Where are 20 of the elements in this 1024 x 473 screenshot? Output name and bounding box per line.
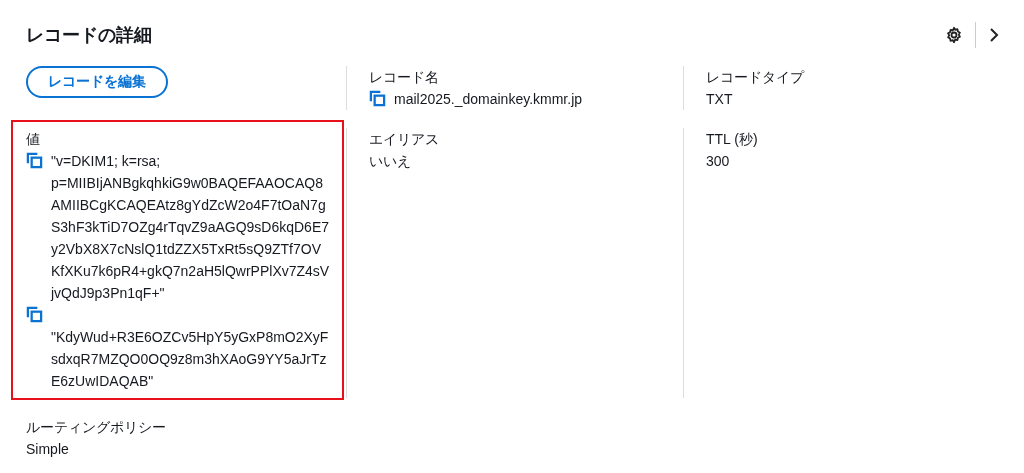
field-label: レコードタイプ (706, 68, 806, 87)
settings-icon[interactable] (945, 26, 963, 44)
field-value: "v=DKIM1; k=rsa; p=MIIBIjANBgkqhkiG9w0BAQEFAAOCAQ8AMIIBCgKCAQEAtz8gYdZcW2o4F7tOaN7gS3hF3kTiD7OZg4rTqvZ9aAGQ9sD6kqD6E7y2VbX8X7cNslQ1tdZZX5TxRt5sQ9ZTf7OVKfXKu7k6pR4+gkQ7n2aH5lQwrPPlXv7Z4sVjvQdJ9p3Pn1qF+" (51, 152, 330, 303)
edit-record-button[interactable]: レコードを編集 (26, 66, 168, 98)
copy-icon[interactable] (26, 152, 43, 169)
field-value: mail2025._domainkey.kmmr.jp (394, 90, 583, 109)
field-value: Simple (26, 440, 69, 459)
field-label: エイリアス (369, 130, 440, 149)
field-value: 300 (706, 152, 730, 171)
field-label: 値 (26, 130, 41, 149)
field-label: ルーティングポリシー (26, 418, 167, 437)
copy-icon[interactable] (26, 306, 43, 323)
field-value: TXT (706, 90, 733, 109)
field-label: TTL (秒) (706, 130, 759, 149)
copy-icon[interactable] (369, 90, 386, 107)
field-value: "KdyWud+R3E6OZCv5HpY5yGxP8mO2XyFsdxqR7MZQO0OQ9z8m3hXAoG9YY5aJrTzE6zUwIDAQAB" (51, 328, 330, 391)
field-value: いいえ (369, 152, 411, 171)
chevron-right-icon[interactable] (988, 27, 1000, 43)
field-label: レコード名 (369, 68, 440, 87)
panel-title: レコードの詳細 (26, 24, 152, 47)
